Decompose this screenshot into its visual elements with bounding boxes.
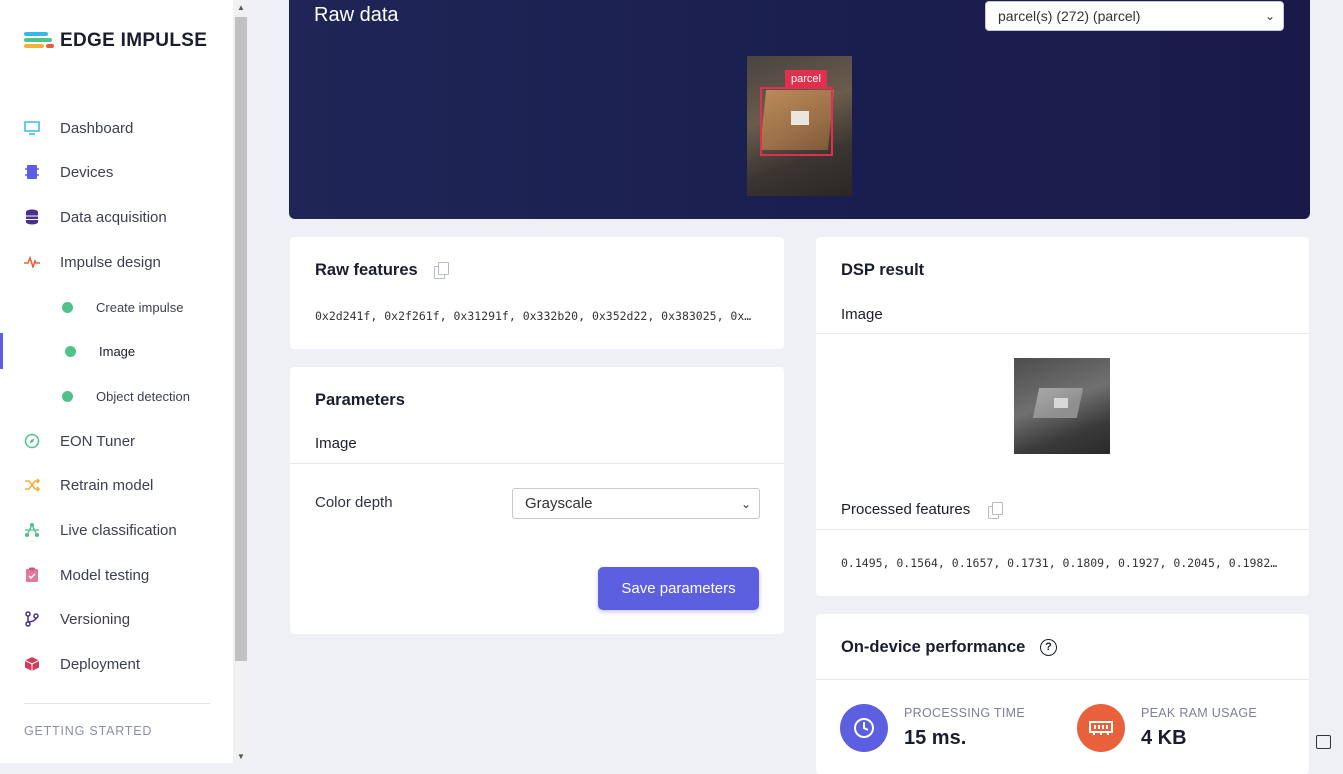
chevron-down-icon: ⌄ <box>740 497 751 511</box>
raw-features-card <box>290 237 784 349</box>
sidebar-item-deployment[interactable]: Deployment <box>0 646 233 682</box>
pulse-icon <box>24 254 40 270</box>
sidebar-item-object-detection[interactable]: Object detection <box>0 378 233 414</box>
sidebar-item-label: Image <box>99 343 136 359</box>
peak-ram-label: PEAK RAM USAGE <box>1141 706 1258 720</box>
sidebar-item-versioning[interactable]: Versioning <box>0 601 233 637</box>
sidebar-item-label: Dashboard <box>60 119 134 137</box>
git-branch-icon <box>24 611 40 627</box>
peak-ram-value: 4 KB <box>1141 727 1187 749</box>
section-header-getting-started: GETTING STARTED <box>24 724 153 738</box>
dot-icon <box>65 345 76 357</box>
raw-features-title: Raw features <box>315 261 418 279</box>
sidebar-divider <box>24 703 210 704</box>
sidebar-item-dashboard[interactable]: Dashboard <box>0 110 233 146</box>
monitor-icon <box>24 120 40 136</box>
raw-sample-image: parcel <box>747 56 852 196</box>
parameters-subtitle: Image <box>315 435 357 452</box>
sample-select[interactable]: parcel(s) (272) (parcel) ⌄ <box>985 1 1284 31</box>
sidebar-item-label: Object detection <box>96 388 190 404</box>
sidebar-item-impulse-design[interactable]: Impulse design <box>0 244 233 280</box>
processing-time-label: PROCESSING TIME <box>904 706 1025 720</box>
section-divider <box>816 529 1309 530</box>
help-icon[interactable]: ? <box>1040 639 1057 656</box>
clipboard-check-icon <box>24 567 40 583</box>
raw-features-values: 0x2d241f, 0x2f261f, 0x31291f, 0x332b20, … <box>315 309 757 323</box>
sidebar-item-image[interactable]: Image <box>0 333 233 369</box>
scroll-down-icon[interactable]: ▼ <box>236 752 246 762</box>
section-divider <box>816 333 1309 334</box>
sidebar: EDGE IMPULSE Dashboard Devices Data acqu… <box>0 0 233 763</box>
logo-mark-icon <box>24 30 54 52</box>
dot-icon <box>62 390 73 402</box>
copy-icon[interactable] <box>434 262 449 279</box>
sidebar-item-data-acquisition[interactable]: Data acquisition <box>0 199 233 235</box>
section-divider <box>290 463 784 464</box>
brand-logo[interactable]: EDGE IMPULSE <box>24 30 207 52</box>
sidebar-item-live-classification[interactable]: Live classification <box>0 512 233 548</box>
feedback-icon[interactable] <box>1316 735 1331 749</box>
scrollbar-thumb[interactable] <box>235 17 247 661</box>
chevron-down-icon: ⌄ <box>1264 9 1275 23</box>
sidebar-item-devices[interactable]: Devices <box>0 154 233 190</box>
sidebar-item-label: Versioning <box>60 610 131 628</box>
clock-icon <box>840 704 888 752</box>
dsp-result-subtitle: Image <box>841 306 883 323</box>
parcel-sticker <box>1054 398 1068 408</box>
memory-icon <box>1077 704 1125 752</box>
dot-icon <box>62 301 73 313</box>
copy-icon[interactable] <box>988 502 1003 519</box>
color-depth-value: Grayscale <box>525 495 593 512</box>
parameters-title: Parameters <box>315 391 405 409</box>
sidebar-item-label: Deployment <box>60 655 141 673</box>
sidebar-scrollbar[interactable]: ▲ ▼ <box>233 0 249 763</box>
raw-data-title: Raw data <box>314 4 399 26</box>
color-depth-label: Color depth <box>315 494 393 511</box>
sidebar-item-label: Data acquisition <box>60 208 167 226</box>
save-parameters-button[interactable]: Save parameters <box>598 567 759 610</box>
dsp-output-image <box>1014 358 1110 454</box>
brand-name: EDGE IMPULSE <box>60 30 208 51</box>
bounding-box <box>760 87 833 156</box>
network-icon <box>24 522 40 538</box>
shuffle-icon <box>24 477 40 493</box>
processing-time-value: 15 ms. <box>904 727 967 749</box>
sidebar-item-label: Create impulse <box>96 299 184 315</box>
processed-features-values: 0.1495, 0.1564, 0.1657, 0.1731, 0.1809, … <box>841 556 1283 570</box>
dsp-result-title: DSP result <box>841 261 925 279</box>
compass-icon <box>24 433 40 449</box>
sidebar-item-label: EON Tuner <box>60 432 136 450</box>
sidebar-item-label: Live classification <box>60 521 177 539</box>
color-depth-select[interactable]: Grayscale ⌄ <box>512 488 760 519</box>
chip-icon <box>24 164 40 180</box>
section-divider <box>816 679 1309 680</box>
sidebar-item-retrain-model[interactable]: Retrain model <box>0 467 233 503</box>
scroll-up-icon[interactable]: ▲ <box>236 3 246 13</box>
performance-title: On-device performance <box>841 638 1026 656</box>
sidebar-item-create-impulse[interactable]: Create impulse <box>0 289 233 325</box>
sidebar-item-label: Devices <box>60 163 114 181</box>
sidebar-item-label: Retrain model <box>60 476 154 494</box>
sample-select-value: parcel(s) (272) (parcel) <box>998 8 1141 24</box>
sidebar-item-model-testing[interactable]: Model testing <box>0 557 233 593</box>
cube-icon <box>24 656 40 672</box>
sidebar-item-eon-tuner[interactable]: EON Tuner <box>0 423 233 459</box>
processed-features-label: Processed features <box>841 501 971 518</box>
sidebar-item-label: Impulse design <box>60 253 161 271</box>
database-icon <box>24 209 40 225</box>
sidebar-item-label: Model testing <box>60 566 150 584</box>
bounding-box-label: parcel <box>785 70 827 88</box>
